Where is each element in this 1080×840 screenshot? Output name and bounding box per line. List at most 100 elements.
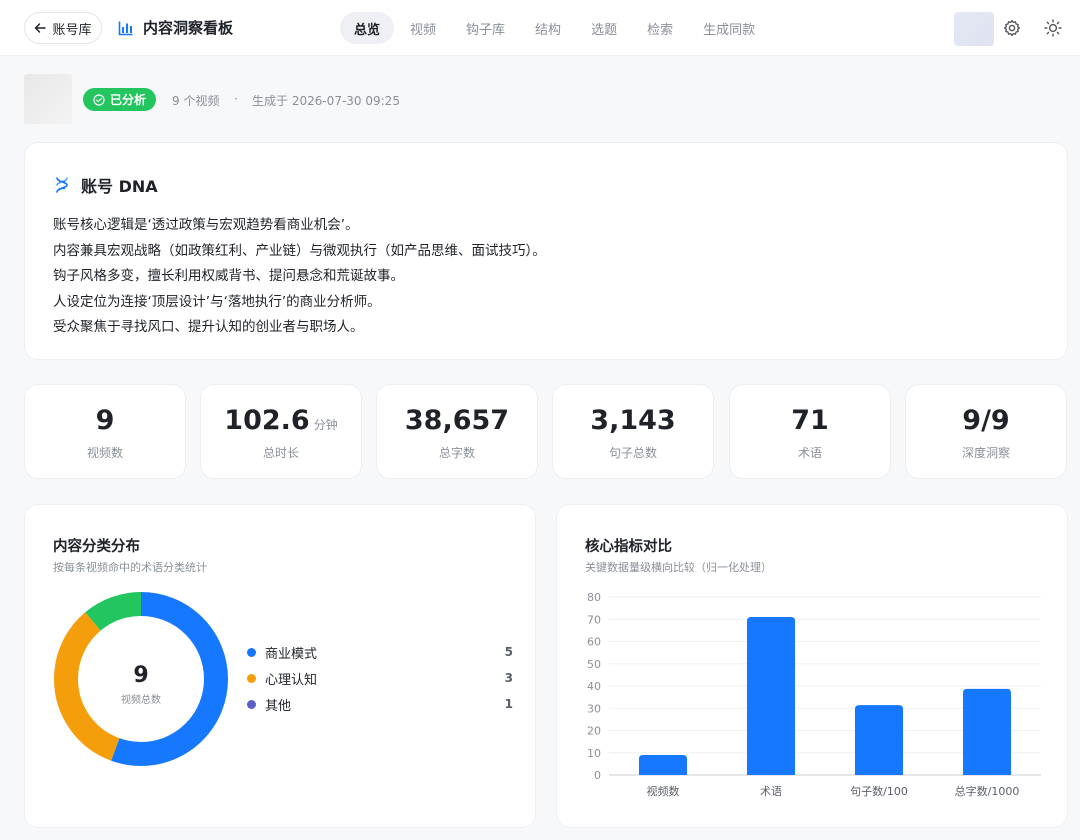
- bar-chart-icon: [118, 21, 133, 35]
- dna-line: 账号核心逻辑是‘透过政策与宏观趋势看商业机会’。: [53, 217, 359, 233]
- dna-line: 人设定位为连接‘顶层设计’与‘落地执行’的商业分析师。: [53, 293, 381, 310]
- back-label: 账号库: [52, 22, 92, 38]
- legend-dot: [247, 647, 256, 657]
- legend-dot: [247, 673, 256, 683]
- y-tick-label: 20: [587, 725, 601, 738]
- legend-label: 心理认知: [265, 672, 318, 688]
- legend-label: 商业模式: [265, 646, 318, 662]
- dna-title: 账号 DNA: [81, 177, 158, 196]
- user-avatar[interactable]: [954, 12, 994, 46]
- stat-card-videos: 9 视频数: [24, 384, 186, 479]
- stat-value: 3,143: [553, 405, 713, 437]
- nav-tabs: 总览 视频 钩子库 结构 选题 检索 生成同款: [340, 12, 771, 44]
- stat-number: 9: [95, 405, 115, 436]
- status-label: 已分析: [110, 93, 147, 107]
- y-tick-label: 60: [587, 636, 601, 649]
- donut-center-label: 视频总数: [121, 693, 161, 706]
- tab-search[interactable]: 检索: [633, 12, 687, 44]
- donut-chart: 9 视频总数: [54, 592, 228, 766]
- category-distribution-card: 内容分类分布 按每条视频命中的术语分类统计 9 视频总数 商业模式 5 心理认知…: [24, 504, 536, 828]
- bar: [855, 705, 903, 775]
- legend-label: 其他: [265, 698, 292, 714]
- gear-icon: [1003, 19, 1021, 37]
- legend-value: 5: [504, 645, 513, 659]
- x-tick-label: 术语: [760, 785, 782, 798]
- stat-card-terms: 71 术语: [729, 384, 891, 479]
- stat-card-duration: 102.6 分钟 总时长: [200, 384, 362, 479]
- tab-overview[interactable]: 总览: [340, 12, 395, 44]
- y-tick-label: 50: [587, 658, 601, 671]
- legend-item: 心理认知 3: [247, 665, 513, 691]
- meta-separator: ·: [234, 92, 238, 106]
- y-tick-label: 30: [587, 702, 601, 715]
- dna-line: 受众聚焦于寻找风口、提升认知的创业者与职场人。: [53, 319, 364, 335]
- settings-button[interactable]: [1002, 18, 1022, 38]
- stat-label: 视频数: [86, 446, 123, 460]
- top-bar: 账号库 内容洞察看板 总览 视频 钩子库 结构 选题 检索 生成同款: [0, 0, 1080, 56]
- dna-icon: [56, 177, 68, 193]
- stat-card-words: 38,657 总字数: [376, 384, 538, 479]
- tab-videos[interactable]: 视频: [396, 12, 450, 44]
- metric-card-subtitle: 关键数据量级横向比较（归一化处理）: [585, 561, 772, 574]
- donut-center-value: 9: [133, 663, 148, 688]
- stat-card-insights: 9/9 深度洞察: [905, 384, 1067, 479]
- stat-number: 38,657: [404, 405, 510, 436]
- stat-label: 深度洞察: [961, 446, 1010, 460]
- legend-value: 1: [504, 697, 513, 711]
- x-tick-label: 句子数/100: [850, 785, 908, 798]
- y-tick-label: 40: [587, 680, 601, 693]
- tab-hooks[interactable]: 钩子库: [452, 12, 519, 44]
- x-tick-label: 总字数/1000: [955, 784, 1020, 798]
- stat-value: 38,657: [377, 405, 537, 437]
- tab-structure[interactable]: 结构: [521, 12, 575, 44]
- category-card-subtitle: 按每条视频命中的术语分类统计: [53, 561, 207, 574]
- bar: [639, 754, 687, 775]
- x-tick-label: 视频数: [647, 784, 680, 798]
- dna-text: 账号核心逻辑是‘透过政策与宏观趋势看商业机会’。 内容兼具宏观战略（如政策红利、…: [53, 213, 546, 341]
- stat-value: 9: [25, 405, 185, 437]
- category-card-title: 内容分类分布: [53, 539, 140, 555]
- video-count: 9 个视频: [172, 94, 220, 108]
- theme-button[interactable]: [1043, 18, 1063, 38]
- stat-number: 102.6: [224, 405, 310, 436]
- account-avatar: [24, 74, 72, 124]
- tab-generate[interactable]: 生成同款: [689, 12, 769, 44]
- stat-number: 9/9: [962, 405, 1010, 436]
- stat-label: 总字数: [438, 446, 475, 460]
- page-title: 内容洞察看板: [143, 19, 234, 37]
- sun-icon: [1044, 19, 1062, 37]
- legend-value: 3: [504, 671, 513, 685]
- check-circle-icon: [93, 93, 105, 106]
- stat-value: 9/9: [906, 405, 1066, 437]
- stat-value: 102.6 分钟: [201, 405, 361, 441]
- stat-unit: 分钟: [313, 418, 338, 432]
- back-button[interactable]: 账号库: [24, 12, 102, 44]
- stat-label: 句子总数: [608, 446, 657, 460]
- metric-card-title: 核心指标对比: [585, 539, 672, 555]
- status-badge: 已分析: [83, 88, 157, 111]
- stat-label: 总时长: [262, 446, 299, 460]
- legend-item: 商业模式 5: [247, 639, 513, 665]
- bar: [963, 688, 1011, 775]
- y-tick-label: 0: [594, 769, 601, 782]
- stat-value: 71: [730, 405, 890, 437]
- legend-dot: [247, 699, 256, 709]
- arrow-left-icon: [35, 23, 47, 33]
- dna-line: 钩子风格多变，擅长利用权威背书、提问悬念和荒诞故事。: [53, 268, 404, 284]
- stat-number: 71: [791, 405, 829, 436]
- y-tick-label: 10: [587, 747, 601, 760]
- bar: [747, 617, 795, 775]
- y-tick-label: 70: [587, 613, 601, 626]
- y-tick-label: 80: [587, 591, 601, 604]
- generated-time: 生成于 2026-07-30 09:25: [252, 94, 400, 108]
- account-dna-card: 账号 DNA 账号核心逻辑是‘透过政策与宏观趋势看商业机会’。 内容兼具宏观战略…: [24, 142, 1068, 360]
- legend-item: 其他 1: [247, 691, 513, 717]
- dna-header: 账号 DNA: [53, 173, 158, 197]
- stat-card-sentences: 3,143 句子总数: [552, 384, 714, 479]
- stat-label: 术语: [797, 446, 822, 460]
- tab-topics[interactable]: 选题: [577, 12, 631, 44]
- stat-number: 3,143: [590, 405, 676, 436]
- core-metrics-card: 核心指标对比 关键数据量级横向比较（归一化处理） 0 10 20 30 40 50 60 70…: [556, 504, 1068, 828]
- category-legend: 商业模式 5 心理认知 3 其他 1: [247, 639, 513, 717]
- page-title-wrap: 内容洞察看板: [118, 17, 233, 38]
